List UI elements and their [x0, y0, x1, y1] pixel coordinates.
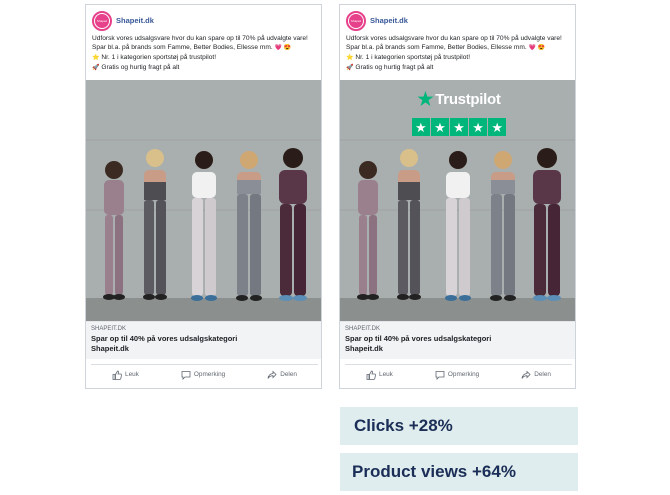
avatar[interactable]: Shapeit [346, 11, 366, 31]
share-label: Delen [280, 371, 297, 378]
women-group-illustration [86, 80, 321, 321]
like-label: Leuk [379, 371, 393, 378]
star-icon: ★ [417, 89, 434, 109]
like-button[interactable]: Leuk [112, 370, 139, 380]
page-name[interactable]: Shapeit.dk [370, 16, 408, 25]
comment-label: Opmerking [193, 371, 226, 378]
rating-star-icon: ★ [412, 118, 430, 136]
post-text-line-2: Spar bl.a. på brands som Famme, Better B… [92, 43, 318, 53]
comment-button[interactable]: Opmerking [435, 370, 479, 380]
comment-button[interactable]: Opmerking [181, 370, 225, 380]
stat-product-views: Product views +64% [340, 453, 578, 491]
post-actions: Leuk Opmerking Delen [345, 364, 572, 384]
ad-preview-card-original: Shapeit Shapeit.dk Udforsk vores udsalgs… [85, 4, 322, 389]
rocket-emoji: 🚀 [346, 65, 354, 71]
avatar-logo: Shapeit [95, 14, 109, 28]
page-name[interactable]: Shapeit.dk [116, 16, 154, 25]
rating-star-icon: ★ [488, 118, 506, 136]
rocket-emoji: 🚀 [92, 65, 100, 71]
comment-label: Opmerking [447, 371, 480, 378]
post-text-line-4: 🚀 Gratis og hurtig fragt på alt [92, 63, 318, 73]
post-text-line-4-text: Gratis og hurtig fragt på alt [355, 64, 434, 71]
link-domain: SHAPEIT.DK [345, 326, 381, 332]
post-header: Shapeit Shapeit.dk Udforsk vores udsalgs… [340, 5, 575, 83]
post-text-line-4: 🚀 Gratis og hurtig fragt på alt [346, 63, 572, 73]
link-subtitle[interactable]: Shapeit.dk [345, 344, 383, 353]
thumbs-up-icon [112, 370, 122, 380]
share-arrow-icon [521, 370, 531, 379]
post-text-line-1: Udforsk vores udsalgsvare hvor du kan sp… [346, 35, 562, 42]
share-button[interactable]: Delen [267, 370, 297, 380]
post-text: Udforsk vores udsalgsvare hvor du kan sp… [346, 34, 572, 73]
post-actions: Leuk Opmerking Delen [91, 364, 318, 384]
share-label: Delen [534, 371, 551, 378]
ad-preview-card-trustpilot: Shapeit Shapeit.dk Udforsk vores udsalgs… [339, 4, 576, 389]
avatar-logo: Shapeit [349, 14, 363, 28]
star-emoji: ⭐ [346, 55, 354, 61]
post-text-line-3-text: Nr. 1 i kategorien sportstøj på trustpil… [101, 54, 217, 61]
stat-clicks: Clicks +28% [340, 407, 578, 445]
post-text-line-3: ⭐ Nr. 1 i kategorien sportstøj på trustp… [346, 53, 572, 63]
rating-star-icon: ★ [469, 118, 487, 136]
like-label: Leuk [125, 371, 139, 378]
heart-eyes-emoji: 💗 😍 [528, 45, 546, 51]
trustpilot-rating-stars: ★ ★ ★ ★ ★ [412, 118, 506, 136]
link-subtitle[interactable]: Shapeit.dk [91, 344, 129, 353]
comment-icon [435, 370, 445, 380]
link-domain: SHAPEIT.DK [91, 326, 127, 332]
rating-star-icon: ★ [450, 118, 468, 136]
link-preview[interactable]: SHAPEIT.DK Spar op til 40% på vores udsa… [86, 321, 321, 359]
thumbs-up-icon [366, 370, 376, 380]
post-text-line-2-text: Spar bl.a. på brands som Famme, Better B… [92, 44, 273, 51]
share-button[interactable]: Delen [521, 370, 551, 380]
link-headline[interactable]: Spar op til 40% på vores udsalgskategori [345, 334, 491, 343]
post-text: Udforsk vores udsalgsvare hvor du kan sp… [92, 34, 318, 73]
ad-image[interactable]: ★ Trustpilot ★ ★ ★ ★ ★ [340, 80, 575, 321]
trustpilot-logo: ★ Trustpilot [412, 90, 506, 108]
avatar[interactable]: Shapeit [92, 11, 112, 31]
link-headline[interactable]: Spar op til 40% på vores udsalgskategori [91, 334, 237, 343]
post-text-line-3-text: Nr. 1 i kategorien sportstøj på trustpil… [355, 54, 471, 61]
post-text-line-2-text: Spar bl.a. på brands som Famme, Better B… [346, 44, 527, 51]
link-preview[interactable]: SHAPEIT.DK Spar op til 40% på vores udsa… [340, 321, 575, 359]
post-text-line-2: Spar bl.a. på brands som Famme, Better B… [346, 43, 572, 53]
heart-eyes-emoji: 💗 😍 [274, 45, 292, 51]
post-header: Shapeit Shapeit.dk Udforsk vores udsalgs… [86, 5, 321, 83]
rating-star-icon: ★ [431, 118, 449, 136]
star-emoji: ⭐ [92, 55, 100, 61]
post-text-line-3: ⭐ Nr. 1 i kategorien sportstøj på trustp… [92, 53, 318, 63]
share-arrow-icon [267, 370, 277, 379]
ad-image[interactable] [86, 80, 321, 321]
trustpilot-badge: ★ Trustpilot ★ ★ ★ ★ ★ [412, 90, 506, 140]
post-text-line-4-text: Gratis og hurtig fragt på alt [101, 64, 180, 71]
comment-icon [181, 370, 191, 380]
trustpilot-label: Trustpilot [435, 90, 501, 108]
post-text-line-1: Udforsk vores udsalgsvare hvor du kan sp… [92, 35, 308, 42]
like-button[interactable]: Leuk [366, 370, 393, 380]
